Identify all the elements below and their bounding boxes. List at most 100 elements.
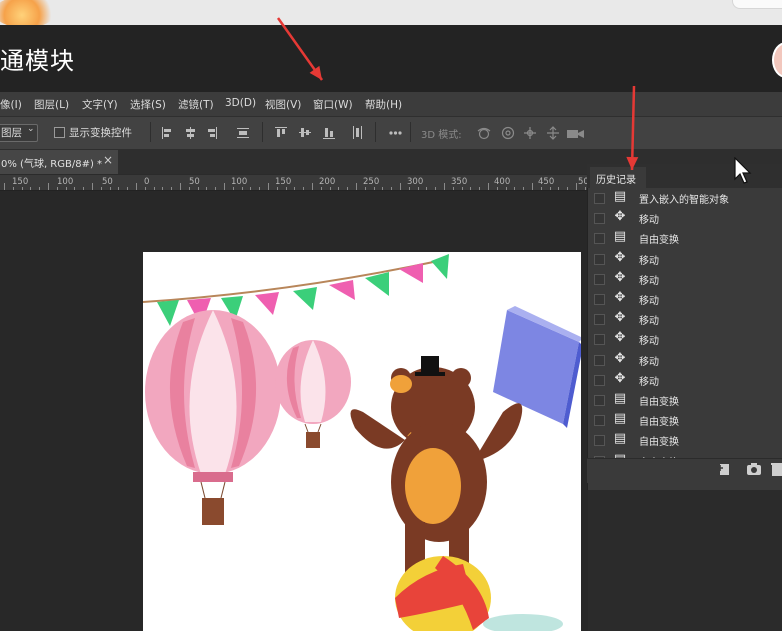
ruler-tick [541,187,542,190]
ruler-tick [409,187,410,190]
menu-image[interactable]: 像(I) [0,97,22,112]
history-state[interactable]: ✥ 移动 [588,350,782,370]
history-snapshot-checkbox[interactable] [594,254,605,265]
menu-view[interactable]: 视图(V) [265,97,301,112]
move-icon: ✥ [614,250,626,265]
ruler-tick [532,183,533,190]
orbit-3d-icon [477,127,491,140]
history-state[interactable]: ✥ 移动 [588,269,782,289]
show-transform-checkbox[interactable] [54,127,65,138]
history-snapshot-checkbox[interactable] [594,274,605,285]
history-state-label: 自由变换 [639,437,679,448]
history-snapshot-checkbox[interactable] [594,334,605,345]
top-right-button[interactable] [732,0,782,9]
camera-3d-icon[interactable] [566,127,586,141]
ruler-tick [180,183,181,190]
history-state[interactable]: ✥ 移动 [588,208,782,228]
history-state-label: 移动 [639,316,659,327]
roll-3d-icon [501,126,515,140]
ruler-tick [198,187,199,190]
ruler-label: 50 [189,177,200,187]
move-icon: ✥ [614,310,626,325]
history-state[interactable]: ▤自由变换 [588,228,782,248]
history-snapshot-checkbox[interactable] [594,395,605,406]
distribute-icon [237,128,249,138]
align-center-icon [186,127,195,139]
ruler-tick [154,187,155,190]
menu-filter[interactable]: 滤镜(T) [178,97,214,112]
history-state-label: 自由变换 [639,235,679,246]
document-icon: ▤ [613,411,627,426]
more-options-icon [389,131,402,135]
new-document-from-state-icon[interactable] [716,461,736,477]
ruler-label: 0 [144,177,150,187]
history-state-label: 移动 [639,215,659,226]
history-snapshot-checkbox[interactable] [594,193,605,204]
menu-type[interactable]: 文字(Y) [82,97,118,112]
align-bottom-icon [323,128,335,139]
close-icon[interactable]: × [103,153,113,167]
ruler-tick [83,187,84,190]
ruler-tick [162,187,163,190]
history-state[interactable]: ✥ 移动 [588,289,782,309]
ruler-tick [330,187,331,190]
document-tab-label: 0% (气球, RGB/8#) * [1,159,103,170]
document-icon: ▤ [613,391,627,406]
trash-icon[interactable] [770,461,782,477]
ruler-tick [523,187,524,190]
ruler-tick [444,183,445,190]
history-state[interactable]: ▤自由变换 [588,451,782,458]
history-snapshot-checkbox[interactable] [594,375,605,386]
ruler-tick [127,187,128,190]
move-icon: ✥ [614,270,626,285]
history-snapshot-checkbox[interactable] [594,415,605,426]
ruler-label: 250 [363,177,380,187]
history-state[interactable]: ▤ 自由变换 [588,390,782,410]
history-snapshot-checkbox[interactable] [594,314,605,325]
history-state[interactable]: ✥ 移动 [588,309,782,329]
ruler-label: 100 [57,177,74,187]
browser-top-strip [0,0,782,25]
ruler-tick [66,187,67,190]
history-state-label: 移动 [639,377,659,388]
pan-3d-icon [524,127,536,139]
history-state[interactable]: ✥ 移动 [588,249,782,269]
align-right-icon [208,127,217,139]
history-state[interactable]: ▤ 置入嵌入的智能对象 [588,190,782,208]
ruler-tick [488,183,489,190]
history-snapshot-checkbox[interactable] [594,213,605,224]
menu-select[interactable]: 选择(S) [130,97,166,112]
ruler-label: 300 [407,177,424,187]
menu-window[interactable]: 窗口(W) [313,97,353,112]
menu-help[interactable]: 帮助(H) [365,97,402,112]
ruler-label: 200 [319,177,336,187]
history-snapshot-checkbox[interactable] [594,435,605,446]
distribute-vertical-icon [353,126,362,139]
ruler-tick [558,187,559,190]
ruler-tick [215,187,216,190]
history-snapshot-checkbox[interactable] [594,294,605,305]
auto-select-value: 图层 [1,127,22,139]
history-state-label: 置入嵌入的智能对象 [639,195,729,206]
history-state-label: 自由变换 [639,397,679,408]
chevron-down-icon: ⌄ [27,124,35,134]
ruler-tick [418,187,419,190]
ruler-tick [22,187,23,190]
history-state[interactable]: ▤自由变换 [588,410,782,430]
menu-layer[interactable]: 图层(L) [34,97,69,112]
ruler-tick [101,187,102,190]
ruler-tick [250,187,251,190]
history-state[interactable]: ✥ 移动 [588,329,782,349]
ruler-tick [374,187,375,190]
snapshot-camera-icon[interactable] [745,461,763,477]
history-snapshot-checkbox[interactable] [594,233,605,244]
history-state[interactable]: ▤自由变换 [588,430,782,450]
document-canvas[interactable] [143,252,581,631]
history-state[interactable]: ✥ 移动 [588,370,782,390]
menu-3d[interactable]: 3D(D) [225,97,256,109]
ruler-tick [479,187,480,190]
ruler-tick [277,187,278,190]
ruler-tick [585,187,586,190]
divider [375,122,376,142]
history-snapshot-checkbox[interactable] [594,355,605,366]
